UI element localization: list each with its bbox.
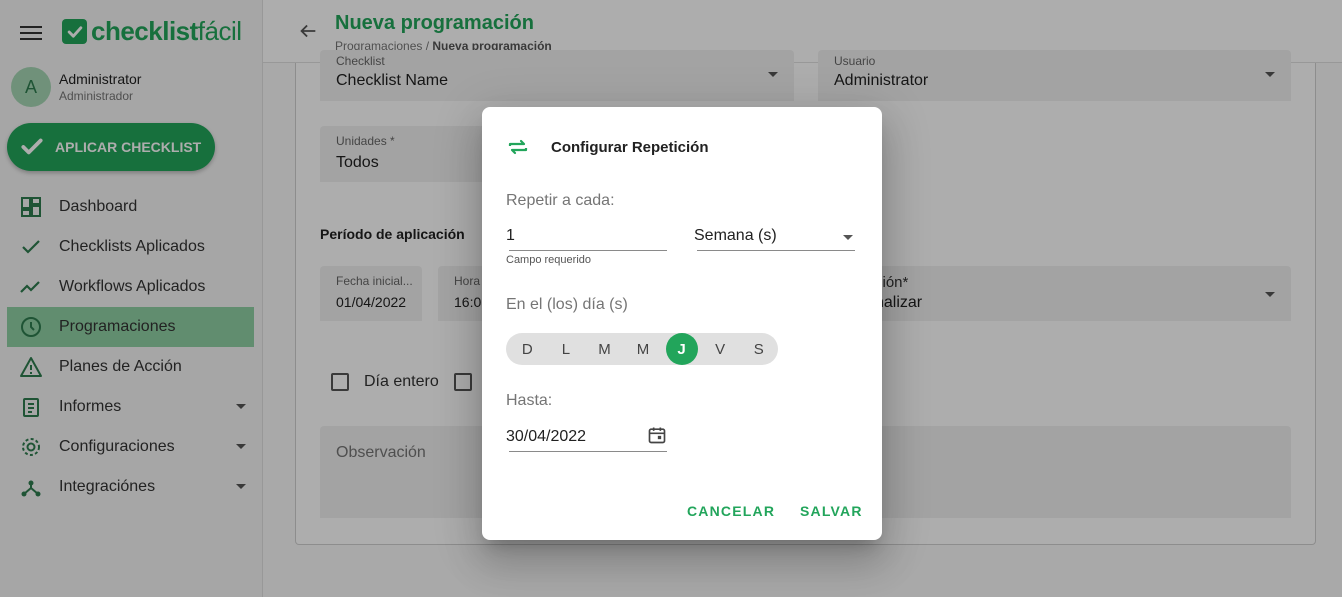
repeat-label: Repetir a cada: xyxy=(506,192,615,209)
day-toggle-monday[interactable]: L xyxy=(547,333,586,365)
repeat-config-dialog: Configurar Repetición Repetir a cada: 1 … xyxy=(482,107,882,540)
day-toggle-sunday[interactable]: D xyxy=(508,333,547,365)
day-toggle-tuesday[interactable]: M xyxy=(585,333,624,365)
until-label: Hasta: xyxy=(506,392,553,409)
cancel-button[interactable]: CANCELAR xyxy=(687,503,775,519)
repeat-unit-value: Semana (s) xyxy=(694,227,777,244)
repeat-icon xyxy=(508,139,528,155)
day-letter: J xyxy=(665,333,698,365)
repeat-interval-input[interactable]: 1 xyxy=(506,223,667,251)
until-date-value: 30/04/2022 xyxy=(506,428,587,445)
weekday-selector: D L M M J V S xyxy=(506,333,778,365)
until-date-input[interactable]: 30/04/2022 xyxy=(506,421,667,452)
day-toggle-thursday[interactable]: J xyxy=(662,333,701,365)
days-label: En el (los) día (s) xyxy=(506,296,628,313)
day-toggle-friday[interactable]: V xyxy=(701,333,740,365)
dialog-title: Configurar Repetición xyxy=(551,139,709,156)
day-toggle-saturday[interactable]: S xyxy=(739,333,778,365)
repeat-interval-value: 1 xyxy=(506,227,515,244)
required-hint: Campo requerido xyxy=(506,254,591,266)
calendar-icon[interactable] xyxy=(647,425,667,445)
day-toggle-wednesday[interactable]: M xyxy=(624,333,663,365)
repeat-unit-select[interactable]: Semana (s) xyxy=(694,223,855,251)
save-button[interactable]: SALVAR xyxy=(800,503,863,519)
chevron-down-icon xyxy=(843,235,853,240)
